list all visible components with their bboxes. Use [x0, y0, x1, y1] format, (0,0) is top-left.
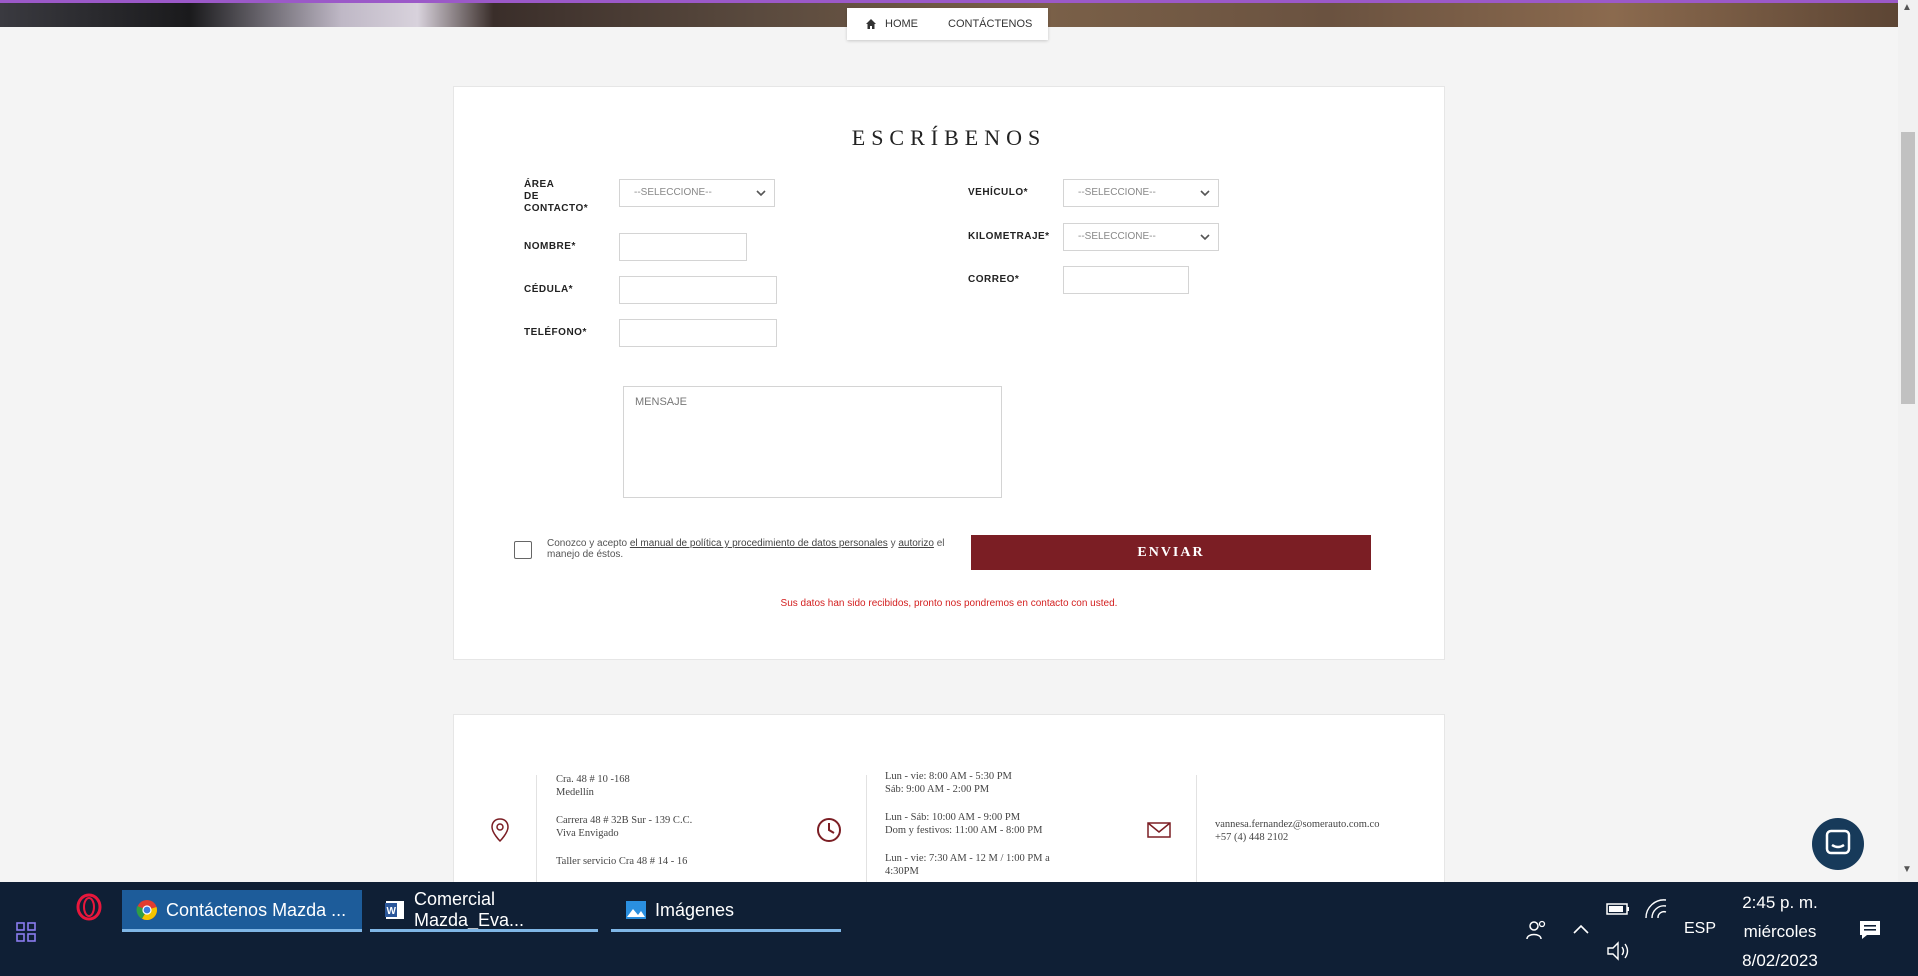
addresses-block: Cra. 48 # 10 -168 Medellín Carrera 48 # 3… [556, 773, 692, 882]
vehiculo-label: VEHÍCULO* [968, 187, 1029, 198]
word-icon: W [385, 901, 404, 919]
privacy-policy-link[interactable]: el manual de política y procedimiento de… [630, 538, 888, 549]
kilometraje-select[interactable]: --SELECCIONE-- [1063, 223, 1219, 251]
language-indicator[interactable]: ESP [1684, 920, 1716, 938]
location-pin-icon [491, 818, 509, 843]
hours-line: Sáb: 9:00 AM - 2:00 PM [885, 784, 990, 795]
success-message: Sus datos han sido recibidos, pronto nos… [780, 598, 1118, 609]
taskbar-item-label: Imágenes [655, 899, 735, 920]
taskbar-item-photos[interactable]: Imágenes [611, 890, 841, 932]
volume-icon[interactable] [1606, 940, 1632, 962]
hours-line: Lun - vie: 8:00 AM - 5:30 PM [885, 771, 1012, 782]
envelope-icon [1147, 822, 1171, 838]
task-view-icon[interactable] [16, 922, 36, 942]
opera-icon[interactable] [74, 892, 104, 922]
taskbar-item-chrome[interactable]: Contáctenos Mazda ... [122, 890, 362, 932]
authorize-link[interactable]: autorizo [898, 538, 934, 549]
hours-block: Lun - vie: 8:00 AM - 5:30 PM Sáb: 9:00 AM… [885, 770, 1050, 882]
area-contacto-label: ÁREA DE CONTACTO* [524, 179, 588, 215]
home-icon[interactable] [865, 18, 877, 30]
telefono-label: TELÉFONO* [524, 327, 587, 338]
scroll-down-icon[interactable]: ▼ [1902, 864, 1912, 875]
consent-text: Conozco y acepto el manual de política y… [547, 538, 957, 560]
mensaje-textarea[interactable]: MENSAJE [623, 386, 1002, 498]
clock-date: 8/02/2023 [1742, 951, 1818, 970]
address-line: Viva Envigado [556, 828, 619, 839]
photos-icon [626, 901, 646, 919]
correo-label: CORREO* [968, 274, 1020, 285]
breadcrumb-current: CONTÁCTENOS [948, 18, 1033, 30]
chevron-down-icon [1200, 234, 1210, 241]
mensaje-placeholder: MENSAJE [635, 396, 687, 408]
wifi-icon[interactable] [1644, 898, 1668, 920]
hours-line: Dom y festivos: 11:00 AM - 8:00 PM [885, 825, 1043, 836]
address-line: Cra. 48 # 10 -168 [556, 774, 630, 785]
windows-taskbar: Contáctenos Mazda ... W Comercial Mazda_… [0, 882, 1918, 976]
hours-line: 4:30PM [885, 866, 919, 877]
taskbar-item-label: Comercial Mazda_Eva... [414, 889, 525, 930]
page-scrollbar[interactable]: ▲ ▼ [1898, 0, 1918, 882]
notifications-icon[interactable] [1858, 918, 1882, 942]
chevron-down-icon [1200, 190, 1210, 197]
divider [1196, 775, 1197, 882]
divider [536, 775, 537, 882]
form-title: ESCRÍBENOS [851, 125, 1047, 150]
breadcrumb: HOME CONTÁCTENOS [847, 8, 1048, 40]
nombre-label: NOMBRE* [524, 241, 576, 252]
vehiculo-select[interactable]: --SELECCIONE-- [1063, 179, 1219, 207]
consent-prefix: Conozco y acepto [547, 538, 628, 549]
taskbar-underline [122, 929, 362, 932]
clock-time: 2:45 p. m. [1742, 893, 1818, 912]
taskbar-clock[interactable]: 2:45 p. m. miércoles 8/02/2023 [1730, 888, 1830, 975]
area-label-line: CONTACTO* [524, 203, 589, 214]
chrome-icon [136, 900, 157, 921]
chat-widget-button[interactable] [1812, 818, 1864, 870]
people-icon[interactable] [1524, 918, 1548, 942]
area-contacto-value: --SELECCIONE-- [634, 187, 712, 198]
address-line: Carrera 48 # 32B Sur - 139 C.C. [556, 815, 693, 826]
consent-mid: y [890, 538, 896, 549]
battery-icon[interactable] [1605, 898, 1631, 918]
chevron-down-icon [756, 190, 766, 197]
browser-page: HOME CONTÁCTENOS ESCRÍBENOS ÁREA DE CONT… [0, 0, 1898, 882]
vehiculo-value: --SELECCIONE-- [1078, 187, 1156, 198]
taskbar-underline [611, 929, 841, 932]
taskbar-item-label: Contáctenos Mazda ... [166, 899, 347, 920]
email-text[interactable]: vannesa.fernandez@somerauto.com.co [1215, 819, 1379, 830]
enviar-button[interactable]: ENVIAR [971, 535, 1371, 570]
area-label-line: DE [524, 191, 539, 202]
clock-day: miércoles [1743, 922, 1817, 941]
hours-line: Lun - vie: 7:30 AM - 12 M / 1:00 PM a [885, 853, 1050, 864]
cedula-label: CÉDULA* [524, 284, 574, 295]
email-phone-block: vannesa.fernandez@somerauto.com.co +57 (… [1215, 818, 1379, 844]
divider [866, 775, 867, 882]
address-line: Taller servicio Cra 48 # 14 - 16 [556, 856, 688, 867]
chevron-up-icon[interactable] [1572, 922, 1590, 936]
scroll-up-icon[interactable]: ▲ [1902, 2, 1912, 13]
correo-input[interactable] [1063, 266, 1189, 294]
area-contacto-select[interactable]: --SELECCIONE-- [619, 179, 775, 207]
cedula-input[interactable] [619, 276, 777, 304]
taskbar-item-word[interactable]: W Comercial Mazda_Eva... [370, 889, 598, 932]
scrollbar-thumb[interactable] [1901, 132, 1915, 404]
hours-line: Lun - Sáb: 10:00 AM - 9:00 PM [885, 812, 1021, 823]
taskbar-underline [370, 929, 598, 932]
kilometraje-label: KILOMETRAJE* [968, 231, 1050, 242]
telefono-input[interactable] [619, 319, 777, 347]
address-line: Medellín [556, 787, 594, 798]
contact-form-card: ESCRÍBENOS ÁREA DE CONTACTO* --SELECCION… [453, 86, 1445, 660]
svg-text:W: W [387, 906, 397, 917]
kilometraje-value: --SELECCIONE-- [1078, 231, 1156, 242]
consent-checkbox[interactable] [514, 541, 532, 559]
breadcrumb-home-link[interactable]: HOME [885, 18, 918, 30]
clock-icon [817, 818, 841, 842]
phone-text: +57 (4) 448 2102 [1215, 832, 1289, 843]
area-label-line: ÁREA [524, 179, 555, 190]
chat-icon [1825, 829, 1851, 855]
contact-info-card: Cra. 48 # 10 -168 Medellín Carrera 48 # 3… [453, 714, 1445, 882]
nombre-input[interactable] [619, 233, 747, 261]
